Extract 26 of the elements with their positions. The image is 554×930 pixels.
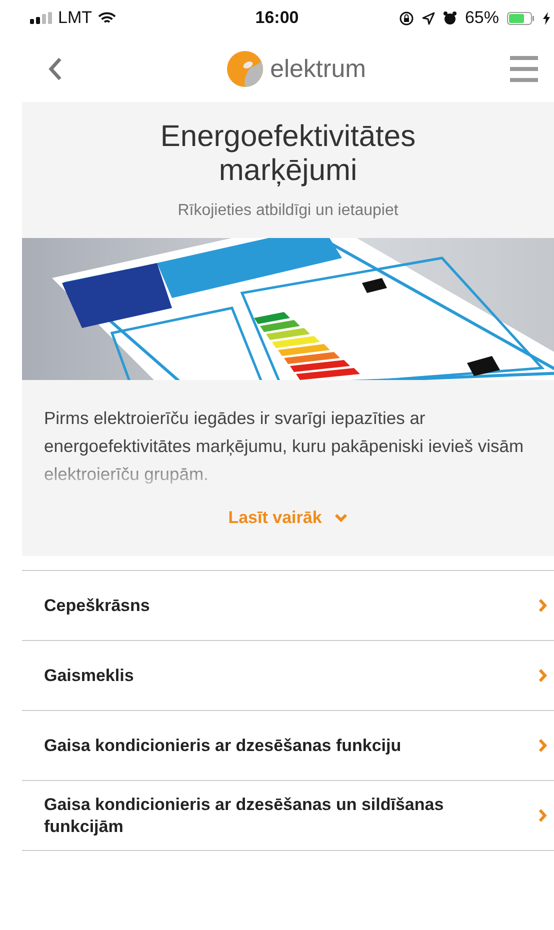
- chevron-right-icon: [538, 668, 548, 683]
- category-item[interactable]: Cepeškrāsns: [22, 571, 554, 641]
- logo-icon: [226, 50, 264, 88]
- intro-paragraph: Pirms elektroierīču iegādes ir svarīgi iepazīties ar energoefektivitātes marķējumu, kuru pakāpeniski ievieš visām elektroierīču grupām.: [44, 407, 525, 486]
- rotation-lock-icon: [398, 10, 414, 26]
- page-subtitle: Rīkojieties atbildīgi un ietaupiet: [178, 202, 398, 220]
- back-button[interactable]: [48, 57, 62, 81]
- chevron-right-icon: [538, 738, 548, 753]
- category-item[interactable]: Gaisa kondicionieris ar dzesēšanas funkciju: [22, 711, 554, 781]
- wifi-icon: [98, 12, 116, 24]
- logo-text: elektrum: [270, 54, 366, 84]
- menu-button[interactable]: [510, 56, 538, 82]
- signal-icon: [30, 12, 52, 24]
- carrier-name: LMT: [58, 8, 92, 28]
- clock-time: 16:00: [255, 8, 299, 28]
- location-icon: [422, 12, 435, 24]
- alarm-icon: [442, 11, 457, 25]
- category-item[interactable]: Gaisa kondicionieris ar dzesēšanas un sildīšanas funkcijām: [22, 781, 554, 851]
- chevron-icon: [334, 513, 348, 523]
- charging-icon: [543, 12, 550, 24]
- page-title: Energoefektivitātes marķējumi: [159, 120, 417, 188]
- battery-icon: [507, 12, 535, 24]
- chevron-right-icon: [538, 598, 548, 613]
- category-item[interactable]: Gaismeklis: [22, 641, 554, 711]
- battery-percent: 65%: [464, 8, 499, 28]
- chevron-right-icon: [538, 808, 548, 823]
